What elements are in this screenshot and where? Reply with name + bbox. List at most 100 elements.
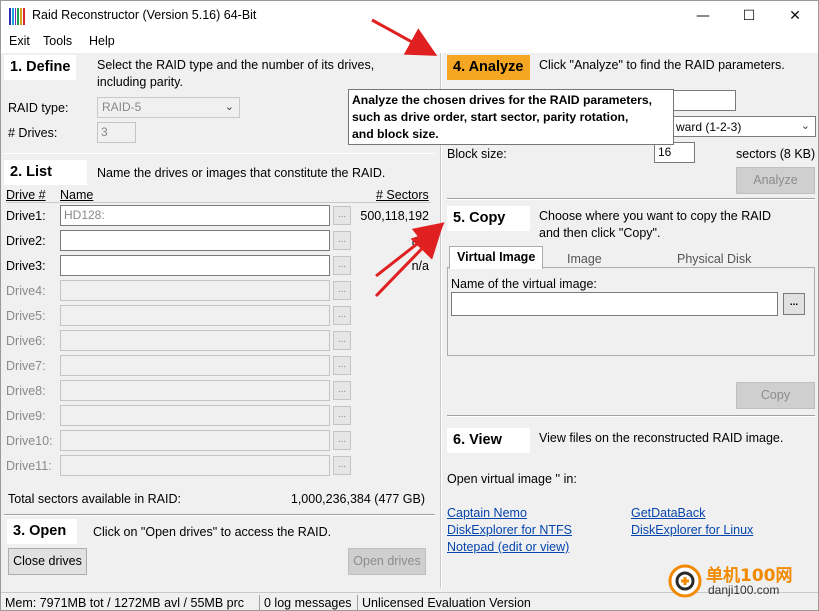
analyze-button[interactable]: Analyze — [736, 167, 815, 194]
raid-type-value: RAID-5 — [102, 100, 142, 114]
block-size-input[interactable]: 16 — [654, 142, 695, 163]
status-license: Unlicensed Evaluation Version — [362, 596, 531, 610]
browse-drive-button[interactable]: ... — [333, 281, 351, 300]
raid-type-label: RAID type: — [8, 101, 69, 115]
drive-name-input[interactable] — [60, 255, 330, 276]
app-icon-stripe — [20, 8, 23, 25]
menu-tools[interactable]: Tools — [43, 34, 72, 48]
browse-virtual-image-button[interactable]: ... — [783, 293, 805, 315]
browse-drive-button[interactable]: ... — [333, 306, 351, 325]
maximize-button[interactable]: ☐ — [726, 1, 772, 31]
drive-name-input[interactable] — [60, 355, 330, 376]
drive-name-input[interactable] — [60, 230, 330, 251]
app-icon-stripe — [14, 8, 17, 25]
chevron-down-icon: ⌄ — [800, 119, 810, 132]
copy-button[interactable]: Copy — [736, 382, 815, 409]
analyze-description: Click "Analyze" to find the RAID paramet… — [539, 58, 785, 72]
tab-virtual-image[interactable]: Virtual Image — [449, 246, 544, 269]
divider — [6, 202, 431, 203]
link-getdataback[interactable]: GetDataBack — [631, 506, 705, 520]
app-icon-stripe — [11, 8, 14, 25]
watermark-logo-icon — [668, 564, 702, 598]
view-description: View files on the reconstructed RAID ima… — [539, 431, 784, 445]
window-title: Raid Reconstructor (Version 5.16) 64-Bit — [32, 8, 257, 22]
close-button[interactable]: ✕ — [772, 1, 818, 31]
title-bar: Raid Reconstructor (Version 5.16) 64-Bit… — [1, 1, 818, 31]
browse-drive-button[interactable]: ... — [333, 406, 351, 425]
step-view-title: 6. View — [447, 428, 530, 453]
drive-name-input[interactable] — [60, 430, 330, 451]
analyze-tooltip: Analyze the chosen drives for the RAID p… — [348, 89, 674, 145]
drive-name-input[interactable] — [60, 380, 330, 401]
tab-image[interactable]: Image — [567, 252, 602, 266]
status-log: 0 log messages — [264, 596, 352, 610]
close-drives-button[interactable]: Close drives — [8, 548, 87, 575]
browse-drive-button[interactable]: ... — [333, 206, 351, 225]
drive-name-input[interactable] — [60, 305, 330, 326]
menu-separator — [1, 51, 818, 53]
app-icon-stripe — [9, 8, 11, 25]
col-drive-header: Drive # — [6, 188, 46, 202]
drives-count-input[interactable]: 3 — [97, 122, 136, 143]
link-captain-nemo[interactable]: Captain Nemo — [447, 506, 527, 520]
browse-drive-button[interactable]: ... — [333, 381, 351, 400]
drive-label: Drive11: — [6, 459, 52, 473]
status-separator — [259, 595, 260, 610]
define-description: Select the RAID type and the number of i… — [97, 57, 374, 91]
app-icon-stripe — [17, 8, 20, 25]
browse-drive-button[interactable]: ... — [333, 456, 351, 475]
col-sectors-header: # Sectors — [376, 188, 429, 202]
drive-sectors-value: n/a — [411, 234, 429, 248]
watermark: 单机100网 danji100.com — [668, 559, 813, 603]
tooltip-line3: and block size. — [352, 127, 439, 141]
tab-physical-disk[interactable]: Physical Disk — [677, 252, 751, 266]
open-drives-button[interactable]: Open drives — [348, 548, 426, 575]
tooltip-line2: such as drive order, start sector, parit… — [352, 110, 629, 124]
list-description: Name the drives or images that constitut… — [97, 166, 386, 180]
copy-description: Choose where you want to copy the RAID a… — [539, 208, 771, 242]
drive-name-input[interactable] — [60, 280, 330, 301]
raid-type-select[interactable]: RAID-5 ⌄ — [97, 97, 240, 118]
virtual-image-name-input[interactable] — [451, 292, 778, 316]
browse-drive-button[interactable]: ... — [333, 431, 351, 450]
browse-drive-button[interactable]: ... — [333, 331, 351, 350]
parity-rotation-select[interactable]: ward (1-2-3) ⌄ — [654, 116, 816, 137]
browse-drive-button[interactable]: ... — [333, 231, 351, 250]
drive-name-input[interactable] — [60, 455, 330, 476]
block-size-unit: sectors (8 KB) — [736, 147, 816, 161]
drive-label: Drive4: — [6, 284, 46, 298]
define-desc-line1: Select the RAID type and the number of i… — [97, 58, 375, 72]
drive-label: Drive2: — [6, 234, 46, 248]
menu-exit[interactable]: Exit — [9, 34, 30, 48]
divider — [447, 416, 815, 417]
link-diskexplorer-linux[interactable]: DiskExplorer for Linux — [631, 523, 753, 537]
minimize-button[interactable]: — — [680, 1, 726, 31]
drive-label: Drive9: — [6, 409, 46, 423]
browse-drive-button[interactable]: ... — [333, 256, 351, 275]
step-define-title: 1. Define — [4, 55, 77, 80]
drive-label: Drive8: — [6, 384, 46, 398]
drive-label: Drive6: — [6, 334, 46, 348]
app-icon-stripe — [23, 8, 25, 25]
divider — [4, 153, 435, 154]
drive-name-input[interactable] — [60, 405, 330, 426]
link-notepad[interactable]: Notepad (edit or view) — [447, 540, 569, 554]
drive-name-input[interactable]: HD128: — [60, 205, 330, 226]
browse-drive-button[interactable]: ... — [333, 356, 351, 375]
app-window: Raid Reconstructor (Version 5.16) 64-Bit… — [0, 0, 819, 611]
drive-name-input[interactable] — [60, 330, 330, 351]
col-name-header: Name — [60, 188, 94, 202]
menu-help[interactable]: Help — [89, 34, 115, 48]
drive-label: Drive1: — [6, 209, 46, 223]
link-diskexplorer-ntfs[interactable]: DiskExplorer for NTFS — [447, 523, 572, 537]
step-list-title: 2. List — [4, 160, 87, 185]
parity-rotation-value: ward (1-2-3) — [676, 120, 742, 134]
status-separator — [357, 595, 358, 610]
define-desc-line2: including parity. — [97, 75, 183, 89]
divider — [447, 199, 815, 200]
chevron-down-icon: ⌄ — [224, 100, 234, 113]
drive-label: Drive7: — [6, 359, 46, 373]
open-description: Click on "Open drives" to access the RAI… — [93, 525, 332, 539]
step-analyze-title: 4. Analyze — [447, 55, 530, 80]
total-sectors-value: 1,000,236,384 (477 GB) — [290, 492, 425, 506]
